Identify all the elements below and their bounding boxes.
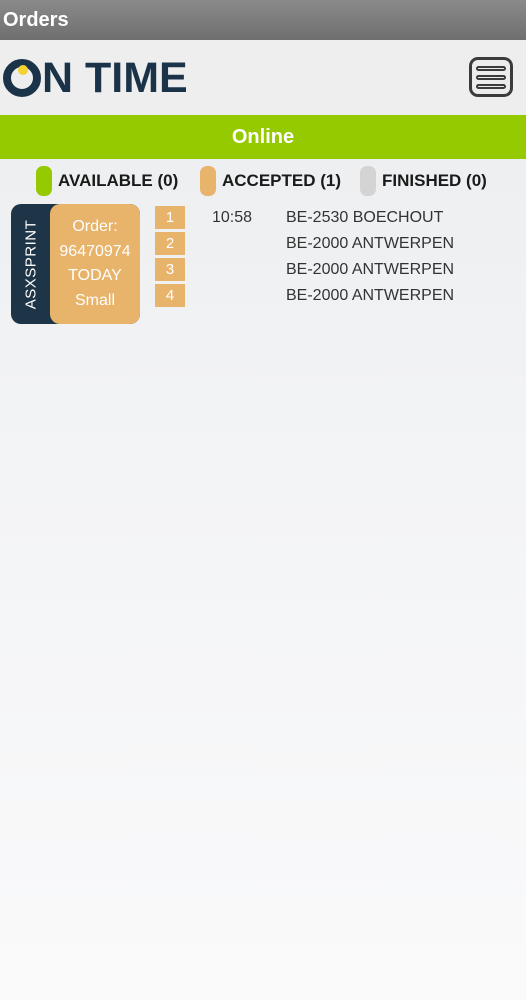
order-stops: 1 2 3 4 xyxy=(155,206,185,310)
order-size: Small xyxy=(74,291,115,309)
stop-address: BE-2530 BOECHOUT xyxy=(286,209,444,226)
ontime-logo: N TIME xyxy=(3,56,188,100)
app-header: N TIME xyxy=(0,40,526,115)
accepted-pill-icon xyxy=(200,166,216,196)
order-day: TODAY xyxy=(68,267,122,284)
vendor-label: ASXSPRINT xyxy=(22,219,40,309)
stop-address: BE-2000 ANTWERPEN xyxy=(286,261,455,278)
legend-accepted[interactable]: ACCEPTED (1) xyxy=(200,166,341,196)
legend-available-label: AVAILABLE (0) xyxy=(58,171,179,190)
logo-dot xyxy=(18,65,28,75)
order-info[interactable]: Order: 96470974 TODAY Small xyxy=(50,204,140,324)
order-label: Order: xyxy=(72,218,118,235)
order-number: 96470974 xyxy=(59,242,131,260)
legend-finished-label: FINISHED (0) xyxy=(382,171,487,190)
order-vendor: ASXSPRINT xyxy=(11,204,51,324)
menu-icon-line xyxy=(476,74,506,80)
legend-finished[interactable]: FINISHED (0) xyxy=(360,166,487,196)
stop-number-badge: 4 xyxy=(155,284,185,307)
stop-address: BE-2000 ANTWERPEN xyxy=(286,235,455,252)
order-time: 10:58 xyxy=(212,209,253,226)
stop-number-badge: 1 xyxy=(155,206,185,229)
menu-icon-line xyxy=(476,65,506,71)
finished-pill-icon xyxy=(360,166,376,196)
window-title: Orders xyxy=(0,0,526,40)
order-status-legend: AVAILABLE (0) ACCEPTED (1) FINISHED (0) xyxy=(0,166,526,196)
order-card[interactable]: ASXSPRINT Order: 96470974 TODAY Small xyxy=(11,204,140,324)
stop-number-badge: 2 xyxy=(155,232,185,255)
online-status-bar[interactable]: Online xyxy=(0,115,526,159)
menu-button[interactable] xyxy=(469,57,513,97)
stop-number-badge: 3 xyxy=(155,258,185,281)
stop-address: BE-2000 ANTWERPEN xyxy=(286,287,455,304)
logo-text: N TIME xyxy=(42,54,188,102)
menu-icon-line xyxy=(476,83,506,89)
legend-accepted-label: ACCEPTED (1) xyxy=(222,171,342,190)
legend-available[interactable]: AVAILABLE (0) xyxy=(36,166,178,196)
available-pill-icon xyxy=(36,166,52,196)
logo-clock-icon xyxy=(3,59,41,97)
